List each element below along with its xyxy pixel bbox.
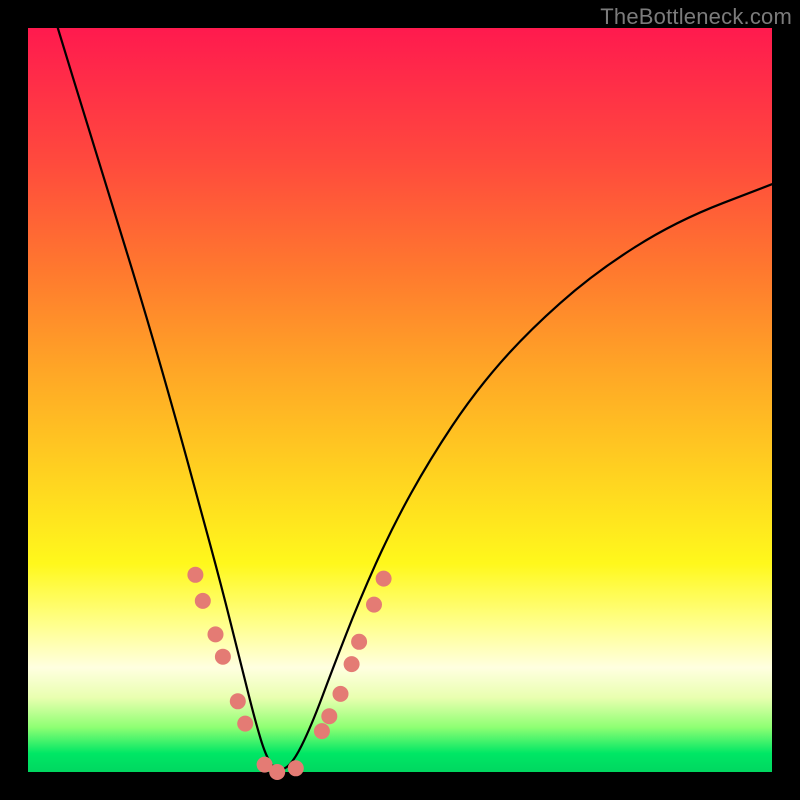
highlight-dot <box>230 693 246 709</box>
bottleneck-curve <box>58 28 772 770</box>
highlight-dot <box>376 571 392 587</box>
highlight-dot <box>269 764 285 780</box>
highlight-dot <box>333 686 349 702</box>
highlight-dot <box>288 760 304 776</box>
chart-svg <box>28 28 772 772</box>
outer-frame: TheBottleneck.com <box>0 0 800 800</box>
highlight-dot <box>187 567 203 583</box>
highlight-dot <box>344 656 360 672</box>
watermark-text: TheBottleneck.com <box>600 4 792 30</box>
highlight-dot <box>351 634 367 650</box>
highlight-dot <box>215 649 231 665</box>
highlight-dot <box>237 716 253 732</box>
highlight-dot <box>195 593 211 609</box>
highlight-dot <box>314 723 330 739</box>
highlight-dot <box>321 708 337 724</box>
highlight-dot <box>366 597 382 613</box>
highlight-dot <box>208 626 224 642</box>
